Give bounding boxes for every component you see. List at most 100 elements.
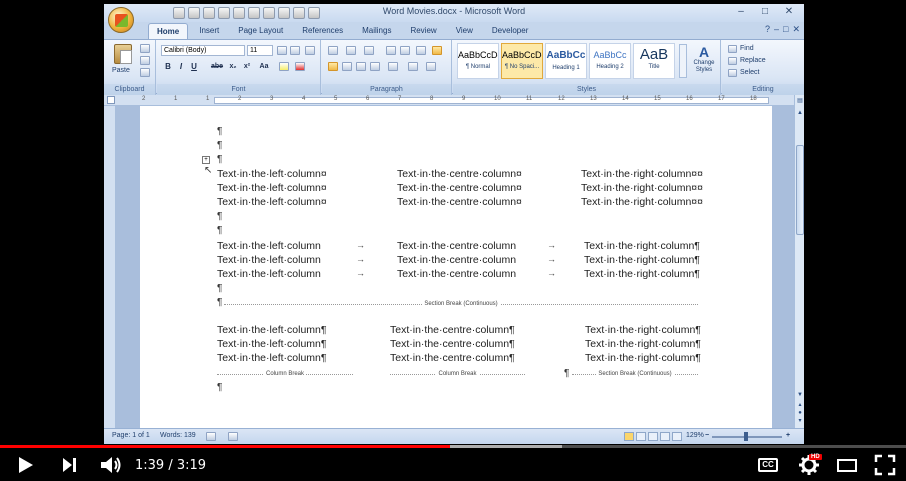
bullets-icon[interactable]	[328, 46, 338, 55]
subscript-button[interactable]: x₂	[227, 62, 239, 72]
underline-button[interactable]: U	[189, 62, 199, 72]
tab-insert[interactable]: Insert	[191, 23, 227, 39]
font-name-box[interactable]: Calibri (Body)	[161, 45, 245, 56]
styles-group: AaBbCcDc ¶ Normal AaBbCcDc ¶ No Spaci...…	[453, 40, 721, 95]
web-layout-view-icon[interactable]	[648, 432, 658, 441]
clear-formatting-icon[interactable]	[305, 46, 315, 55]
italic-button[interactable]: I	[176, 62, 186, 72]
proofing-icon[interactable]	[206, 432, 216, 441]
tab-page-layout[interactable]: Page Layout	[230, 23, 291, 39]
tab-selector-icon[interactable]	[107, 96, 115, 104]
align-center-icon[interactable]	[342, 62, 352, 71]
clipboard-group: Paste Clipboard	[104, 40, 156, 95]
shading-icon[interactable]	[408, 62, 418, 71]
paste-icon[interactable]	[114, 44, 132, 64]
tab-view[interactable]: View	[448, 23, 481, 39]
macro-record-icon[interactable]	[228, 432, 238, 441]
theater-mode-icon[interactable]	[836, 454, 858, 476]
ruler-marks: 2 1 1 2 3 4 5 6 7 8 9 10 11 12 13 14 15 16 17 18	[142, 96, 782, 105]
increase-indent-icon[interactable]	[400, 46, 410, 55]
help-icon[interactable]: ?	[765, 24, 770, 35]
replace-icon[interactable]	[728, 57, 737, 65]
vertical-ruler[interactable]	[104, 106, 116, 428]
tab-developer[interactable]: Developer	[484, 23, 536, 39]
ribbon-minimize-icon[interactable]: –	[774, 24, 779, 35]
minimize-button[interactable]: –	[730, 5, 752, 19]
zoom-slider-thumb[interactable]	[744, 432, 748, 441]
numbering-icon[interactable]	[346, 46, 356, 55]
style-normal[interactable]: AaBbCcDc ¶ Normal	[457, 43, 499, 79]
line-spacing-icon[interactable]	[388, 62, 398, 71]
fullscreen-icon[interactable]	[874, 454, 896, 476]
play-icon[interactable]	[14, 454, 36, 476]
page-count[interactable]: Page: 1 of 1	[112, 432, 150, 439]
full-screen-reading-view-icon[interactable]	[636, 432, 646, 441]
zoom-level[interactable]: 129%	[686, 432, 704, 439]
style-title[interactable]: AaB Title	[633, 43, 675, 79]
zoom-in-icon[interactable]: +	[786, 432, 790, 439]
horizontal-ruler[interactable]: 2 1 1 2 3 4 5 6 7 8 9 10 11 12 13 14 15 16 17 18	[104, 95, 804, 106]
tab-review[interactable]: Review	[402, 23, 444, 39]
change-styles-button[interactable]: A Change Styles	[691, 44, 717, 74]
tab-references[interactable]: References	[294, 23, 351, 39]
word-count[interactable]: Words: 139	[160, 432, 196, 439]
bold-button[interactable]: B	[163, 62, 173, 72]
office-button[interactable]	[108, 7, 134, 33]
style-no-spacing[interactable]: AaBbCcDc ¶ No Spaci...	[501, 43, 543, 79]
word-window: Word Movies.docx - Microsoft Word – □ ✕ …	[104, 4, 804, 444]
style-heading-2[interactable]: AaBbCc Heading 2	[589, 43, 631, 79]
decrease-indent-icon[interactable]	[386, 46, 396, 55]
clipboard-group-label: Clipboard	[104, 84, 155, 95]
vertical-scrollbar[interactable]: ▤ ▲ ▼ ▴ ● ▾	[794, 95, 804, 428]
paste-label[interactable]: Paste	[112, 67, 130, 74]
align-right-icon[interactable]	[356, 62, 366, 71]
next-page-icon[interactable]: ▾	[796, 417, 804, 425]
close-button[interactable]: ✕	[778, 5, 800, 19]
multilevel-list-icon[interactable]	[364, 46, 374, 55]
select-browse-object-icon[interactable]: ●	[796, 409, 804, 417]
outline-view-icon[interactable]	[660, 432, 670, 441]
scroll-down-icon[interactable]: ▼	[796, 391, 804, 399]
ribbon-restore-icon[interactable]: □	[783, 24, 788, 35]
styles-scroll[interactable]	[679, 44, 687, 78]
change-case-button[interactable]: Aa	[257, 62, 271, 72]
zoom-out-icon[interactable]: −	[705, 432, 709, 439]
table-move-handle-icon[interactable]: +	[202, 156, 210, 164]
font-size-box[interactable]: 11	[247, 45, 273, 56]
superscript-button[interactable]: x²	[241, 62, 253, 72]
tab-arrow: →	[356, 268, 365, 278]
shrink-font-icon[interactable]	[290, 46, 300, 55]
ribbon-close-icon[interactable]: ✕	[792, 24, 800, 35]
format-painter-icon[interactable]	[140, 68, 150, 77]
cut-icon[interactable]	[140, 44, 150, 53]
print-layout-view-icon[interactable]	[624, 432, 634, 441]
grow-font-icon[interactable]	[277, 46, 287, 55]
align-left-icon[interactable]	[328, 62, 338, 71]
font-color-icon[interactable]	[295, 62, 305, 71]
previous-page-icon[interactable]: ▴	[796, 401, 804, 409]
draft-view-icon[interactable]	[672, 432, 682, 441]
scroll-up-icon[interactable]: ▲	[796, 109, 804, 117]
style-heading-1[interactable]: AaBbCc Heading 1	[545, 43, 587, 79]
copy-icon[interactable]	[140, 56, 150, 65]
justify-icon[interactable]	[370, 62, 380, 71]
find-icon[interactable]	[728, 45, 737, 53]
select-icon[interactable]	[728, 69, 737, 77]
captions-button[interactable]: CC	[758, 458, 778, 472]
tab-mailings[interactable]: Mailings	[354, 23, 399, 39]
next-video-icon[interactable]	[58, 454, 80, 476]
scrollbar-thumb[interactable]	[796, 145, 804, 235]
sort-icon[interactable]	[416, 46, 426, 55]
restore-button[interactable]: □	[754, 5, 776, 19]
volume-icon[interactable]	[98, 454, 124, 476]
strikethrough-button[interactable]: abe	[209, 62, 225, 72]
document-page[interactable]: + ↖ ¶ ¶ ¶ Text·in·the·left·column¤ Text·in·t…	[140, 106, 772, 428]
highlight-icon[interactable]	[279, 62, 289, 71]
tab-home[interactable]: Home	[148, 23, 189, 39]
replace-button[interactable]: Replace	[740, 57, 766, 64]
find-button[interactable]: Find	[740, 45, 754, 52]
select-button[interactable]: Select	[740, 69, 759, 76]
show-formatting-marks-icon[interactable]	[432, 46, 442, 55]
borders-icon[interactable]	[426, 62, 436, 71]
ruler-toggle-icon[interactable]: ▤	[796, 97, 804, 105]
